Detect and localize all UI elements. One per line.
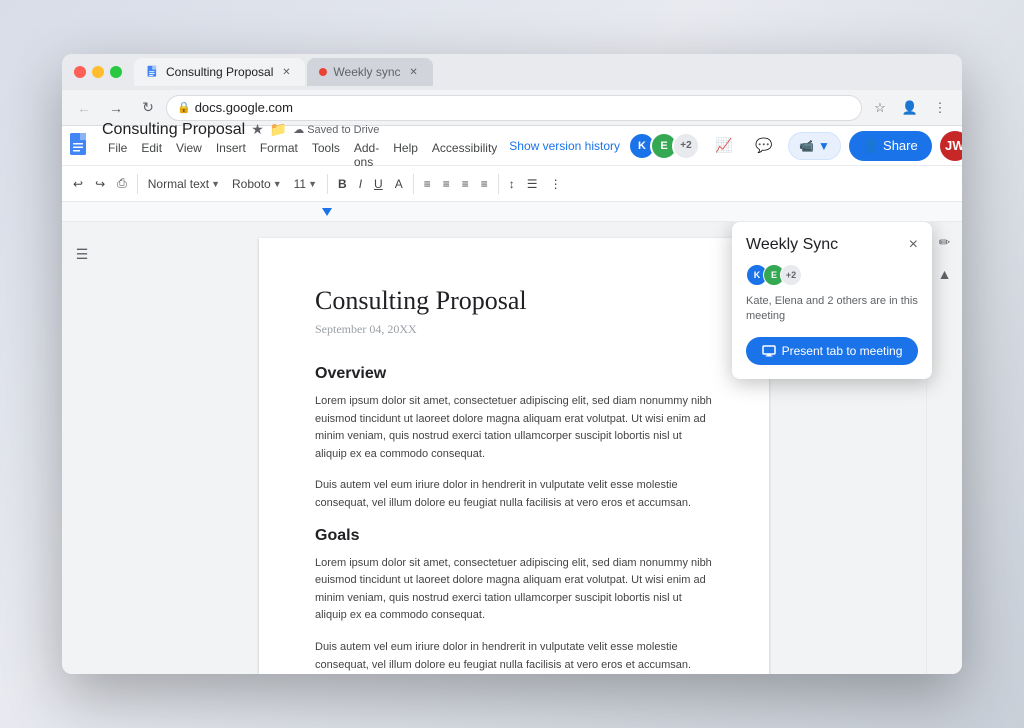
meet-participants: K E +2	[746, 264, 918, 286]
docs-right-actions: Show version history K E +2 📈 💬 📹 ▼ 👤 Sh…	[509, 131, 962, 161]
share-icon: 👤	[863, 138, 879, 154]
docs-header: Consulting Proposal ★ 📁 ☁ Saved to Drive…	[62, 126, 962, 166]
left-panel: ☰	[62, 222, 102, 674]
cloud-icon: ☁	[293, 123, 304, 136]
meet-popup-close-button[interactable]: ×	[909, 236, 918, 254]
meet-icon: 📹	[799, 139, 814, 153]
document-page: Consulting Proposal September 04, 20XX O…	[259, 238, 769, 674]
justify-button[interactable]: ≡	[476, 171, 493, 197]
style-selector[interactable]: Normal text ▼	[143, 171, 225, 197]
meet-popup-title: Weekly Sync	[746, 236, 838, 254]
back-button[interactable]: ←	[70, 94, 98, 122]
meet-avatar-count: +2	[780, 264, 802, 286]
font-chevron-icon: ▼	[273, 179, 282, 189]
section-goals-heading: Goals	[315, 527, 713, 545]
doc-date: September 04, 20XX	[315, 322, 713, 337]
align-left-button[interactable]: ≡	[419, 171, 436, 197]
toolbar-separator-1	[137, 174, 138, 194]
toolbar-separator-4	[498, 174, 499, 194]
goals-paragraph-1: Lorem ipsum dolor sit amet, consectetuer…	[315, 555, 713, 625]
size-chevron-icon: ▼	[308, 179, 317, 189]
docs-tab-close[interactable]: ✕	[279, 65, 293, 79]
format-toolbar: ↩ ↪ ⎙ Normal text ▼ Roboto ▼ 11 ▼ B I U …	[62, 166, 962, 202]
comment-button[interactable]: 💬	[748, 132, 780, 160]
chevron-up-icon[interactable]: ▲	[931, 260, 959, 288]
list-button[interactable]: ☰	[522, 171, 543, 197]
meet-tab-title: Weekly sync	[333, 65, 400, 79]
user-avatar[interactable]: JW	[940, 131, 962, 161]
meet-participants-text: Kate, Elena and 2 others are in this mee…	[746, 294, 918, 325]
pencil-icon[interactable]: ✏	[931, 228, 959, 256]
doc-title: Consulting Proposal	[315, 286, 713, 316]
docs-title-area: Consulting Proposal ★ 📁 ☁ Saved to Drive…	[102, 121, 503, 171]
save-status: ☁ Saved to Drive	[293, 123, 379, 136]
line-spacing-button[interactable]: ↕	[504, 171, 520, 197]
bookmark-button[interactable]: ☆	[866, 94, 894, 122]
meet-tab-close[interactable]: ✕	[407, 65, 421, 79]
overview-paragraph-2: Duis autem vel eum iriure dolor in hendr…	[315, 477, 713, 512]
underline-button[interactable]: U	[369, 171, 388, 197]
forward-button[interactable]: →	[102, 94, 130, 122]
highlight-button[interactable]: A	[390, 171, 408, 197]
font-size-selector[interactable]: 11 ▼	[289, 171, 322, 197]
numbered-list-button[interactable]: ⋮	[545, 171, 567, 197]
title-bar: Consulting Proposal ✕ Weekly sync ✕	[62, 54, 962, 90]
align-right-button[interactable]: ≡	[457, 171, 474, 197]
document-title: Consulting Proposal	[102, 121, 245, 139]
meet-popup: Weekly Sync × K E +2 Kate, Elena and 2 o…	[732, 222, 932, 379]
ruler-indent-marker[interactable]	[322, 208, 332, 216]
meet-popup-header: Weekly Sync ×	[746, 236, 918, 254]
style-chevron-icon: ▼	[211, 179, 220, 189]
avatar-group: K E +2	[628, 132, 700, 160]
docs-favicon-icon	[146, 65, 160, 79]
account-button[interactable]: 👤	[896, 94, 924, 122]
present-tab-label: Present tab to meeting	[782, 344, 903, 358]
maximize-traffic-light[interactable]	[110, 66, 122, 78]
more-button[interactable]: ⋮	[926, 94, 954, 122]
avatar-overflow-count: +2	[672, 132, 700, 160]
lock-icon: 🔒	[177, 101, 191, 114]
meet-label: ▼	[818, 139, 830, 153]
chart-button[interactable]: 📈	[708, 132, 740, 160]
meet-active-dot	[319, 68, 327, 76]
toolbar-separator-3	[413, 174, 414, 194]
tabs-bar: Consulting Proposal ✕ Weekly sync ✕	[134, 58, 950, 86]
traffic-lights	[74, 66, 122, 78]
tab-meet[interactable]: Weekly sync ✕	[307, 58, 432, 86]
font-selector[interactable]: Roboto ▼	[227, 171, 287, 197]
italic-button[interactable]: I	[354, 171, 367, 197]
url-text: docs.google.com	[195, 100, 293, 115]
present-tab-button[interactable]: Present tab to meeting	[746, 337, 918, 365]
overview-paragraph-1: Lorem ipsum dolor sit amet, consectetuer…	[315, 393, 713, 463]
docs-title-row: Consulting Proposal ★ 📁 ☁ Saved to Drive	[102, 121, 503, 139]
outline-icon[interactable]: ☰	[70, 242, 94, 266]
tab-docs[interactable]: Consulting Proposal ✕	[134, 58, 305, 86]
present-icon	[762, 344, 776, 358]
print-button[interactable]: ⎙	[112, 171, 132, 197]
goals-paragraph-2: Duis autem vel eum iriure dolor in hendr…	[315, 639, 713, 674]
url-bar[interactable]: 🔒 docs.google.com	[166, 95, 862, 121]
toolbar-separator-2	[327, 174, 328, 194]
align-center-button[interactable]: ≡	[438, 171, 455, 197]
redo-button[interactable]: ↪	[90, 171, 110, 197]
share-button[interactable]: 👤 Share	[849, 131, 932, 161]
address-actions: ☆ 👤 ⋮	[866, 94, 954, 122]
content-area: ☰ Consulting Proposal September 04, 20XX…	[62, 222, 962, 674]
minimize-traffic-light[interactable]	[92, 66, 104, 78]
meet-present-header-button[interactable]: 📹 ▼	[788, 132, 841, 160]
refresh-button[interactable]: ↻	[134, 94, 162, 122]
undo-button[interactable]: ↩	[68, 171, 88, 197]
star-button[interactable]: ★	[251, 121, 264, 138]
docs-tab-title: Consulting Proposal	[166, 65, 273, 79]
version-history-link[interactable]: Show version history	[509, 139, 620, 153]
bold-button[interactable]: B	[333, 171, 352, 197]
browser-window: Consulting Proposal ✕ Weekly sync ✕ ← → …	[62, 54, 962, 674]
close-traffic-light[interactable]	[74, 66, 86, 78]
ruler	[62, 202, 962, 222]
docs-app-icon	[66, 131, 96, 161]
meet-avatar-group: K E +2	[746, 264, 802, 286]
folder-button[interactable]: 📁	[270, 121, 287, 138]
section-overview-heading: Overview	[315, 365, 713, 383]
docs-toolbar-wrapper: Consulting Proposal ★ 📁 ☁ Saved to Drive…	[62, 126, 962, 222]
